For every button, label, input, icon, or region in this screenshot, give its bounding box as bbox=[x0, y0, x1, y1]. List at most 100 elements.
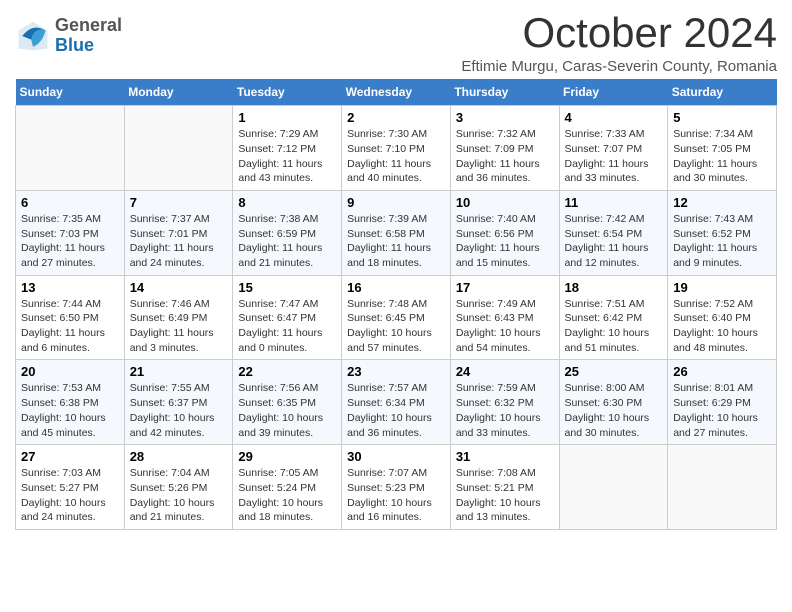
day-number: 18 bbox=[565, 280, 663, 295]
table-row: 15 Sunrise: 7:47 AMSunset: 6:47 PMDayligh… bbox=[233, 275, 342, 360]
table-row: 31 Sunrise: 7:08 AMSunset: 5:21 PMDayligh… bbox=[450, 445, 559, 530]
logo-blue: Blue bbox=[55, 36, 122, 56]
day-info: Sunrise: 7:49 AMSunset: 6:43 PMDaylight:… bbox=[456, 297, 554, 356]
day-number: 26 bbox=[673, 364, 771, 379]
day-info: Sunrise: 7:07 AMSunset: 5:23 PMDaylight:… bbox=[347, 466, 445, 525]
day-number: 20 bbox=[21, 364, 119, 379]
calendar-header: Sunday Monday Tuesday Wednesday Thursday… bbox=[16, 79, 777, 106]
calendar-body: 1Sunrise: 7:29 AMSunset: 7:12 PMDaylight… bbox=[16, 106, 777, 530]
logo-icon bbox=[15, 18, 51, 54]
calendar-row: 6 Sunrise: 7:35 AMSunset: 7:03 PMDaylight… bbox=[16, 190, 777, 275]
table-row: 11 Sunrise: 7:42 AMSunset: 6:54 PMDayligh… bbox=[559, 190, 668, 275]
table-row: 29 Sunrise: 7:05 AMSunset: 5:24 PMDayligh… bbox=[233, 445, 342, 530]
table-row: 26 Sunrise: 8:01 AMSunset: 6:29 PMDayligh… bbox=[668, 360, 777, 445]
table-row: 17 Sunrise: 7:49 AMSunset: 6:43 PMDayligh… bbox=[450, 275, 559, 360]
day-info: Sunrise: 7:40 AMSunset: 6:56 PMDaylight:… bbox=[456, 212, 554, 271]
day-number: 8 bbox=[238, 195, 336, 210]
day-info: Sunrise: 7:04 AMSunset: 5:26 PMDaylight:… bbox=[130, 466, 228, 525]
table-row: 20 Sunrise: 7:53 AMSunset: 6:38 PMDayligh… bbox=[16, 360, 125, 445]
table-row: 3 Sunrise: 7:32 AMSunset: 7:09 PMDaylight… bbox=[450, 106, 559, 191]
table-row: 6 Sunrise: 7:35 AMSunset: 7:03 PMDaylight… bbox=[16, 190, 125, 275]
day-info: Sunrise: 7:30 AMSunset: 7:10 PMDaylight:… bbox=[347, 127, 445, 186]
day-number: 16 bbox=[347, 280, 445, 295]
table-row: 2 Sunrise: 7:30 AMSunset: 7:10 PMDaylight… bbox=[342, 106, 451, 191]
logo: General Blue bbox=[15, 16, 122, 56]
table-row: 5 Sunrise: 7:34 AMSunset: 7:05 PMDaylight… bbox=[668, 106, 777, 191]
day-number: 9 bbox=[347, 195, 445, 210]
day-number: 19 bbox=[673, 280, 771, 295]
day-number: 5 bbox=[673, 110, 771, 125]
day-info: Sunrise: 7:56 AMSunset: 6:35 PMDaylight:… bbox=[238, 381, 336, 440]
day-number: 25 bbox=[565, 364, 663, 379]
header-saturday: Saturday bbox=[668, 79, 777, 106]
day-number: 2 bbox=[347, 110, 445, 125]
day-info: Sunrise: 7:57 AMSunset: 6:34 PMDaylight:… bbox=[347, 381, 445, 440]
table-row bbox=[668, 445, 777, 530]
day-info: Sunrise: 7:33 AMSunset: 7:07 PMDaylight:… bbox=[565, 127, 663, 186]
header-monday: Monday bbox=[124, 79, 233, 106]
day-info: Sunrise: 7:59 AMSunset: 6:32 PMDaylight:… bbox=[456, 381, 554, 440]
day-number: 11 bbox=[565, 195, 663, 210]
table-row: 13Sunrise: 7:44 AMSunset: 6:50 PMDayligh… bbox=[16, 275, 125, 360]
day-number: 21 bbox=[130, 364, 228, 379]
day-number: 14 bbox=[130, 280, 228, 295]
day-number: 17 bbox=[456, 280, 554, 295]
table-row bbox=[559, 445, 668, 530]
day-info: Sunrise: 7:08 AMSunset: 5:21 PMDaylight:… bbox=[456, 466, 554, 525]
day-info: Sunrise: 8:01 AMSunset: 6:29 PMDaylight:… bbox=[673, 381, 771, 440]
day-info: Sunrise: 7:37 AMSunset: 7:01 PMDaylight:… bbox=[130, 212, 228, 271]
table-row: 14 Sunrise: 7:46 AMSunset: 6:49 PMDayligh… bbox=[124, 275, 233, 360]
calendar-table: Sunday Monday Tuesday Wednesday Thursday… bbox=[15, 79, 777, 530]
table-row: 25 Sunrise: 8:00 AMSunset: 6:30 PMDayligh… bbox=[559, 360, 668, 445]
day-number: 13 bbox=[21, 280, 119, 295]
day-number: 1 bbox=[238, 110, 336, 125]
day-info: Sunrise: 7:05 AMSunset: 5:24 PMDaylight:… bbox=[238, 466, 336, 525]
title-section: October 2024 Eftimie Murgu, Caras-Severi… bbox=[461, 10, 777, 75]
calendar-row: 27 Sunrise: 7:03 AMSunset: 5:27 PMDayligh… bbox=[16, 445, 777, 530]
day-info: Sunrise: 7:32 AMSunset: 7:09 PMDaylight:… bbox=[456, 127, 554, 186]
day-number: 7 bbox=[130, 195, 228, 210]
day-number: 30 bbox=[347, 449, 445, 464]
day-info: Sunrise: 7:46 AMSunset: 6:49 PMDaylight:… bbox=[130, 297, 228, 356]
day-number: 24 bbox=[456, 364, 554, 379]
table-row: 10 Sunrise: 7:40 AMSunset: 6:56 PMDayligh… bbox=[450, 190, 559, 275]
day-info: Sunrise: 7:35 AMSunset: 7:03 PMDaylight:… bbox=[21, 212, 119, 271]
header-tuesday: Tuesday bbox=[233, 79, 342, 106]
day-info: Sunrise: 7:52 AMSunset: 6:40 PMDaylight:… bbox=[673, 297, 771, 356]
day-info: Sunrise: 7:34 AMSunset: 7:05 PMDaylight:… bbox=[673, 127, 771, 186]
header-friday: Friday bbox=[559, 79, 668, 106]
table-row: 19 Sunrise: 7:52 AMSunset: 6:40 PMDayligh… bbox=[668, 275, 777, 360]
table-row: 24 Sunrise: 7:59 AMSunset: 6:32 PMDayligh… bbox=[450, 360, 559, 445]
weekday-header-row: Sunday Monday Tuesday Wednesday Thursday… bbox=[16, 79, 777, 106]
day-number: 28 bbox=[130, 449, 228, 464]
table-row: 21 Sunrise: 7:55 AMSunset: 6:37 PMDayligh… bbox=[124, 360, 233, 445]
day-number: 23 bbox=[347, 364, 445, 379]
day-number: 27 bbox=[21, 449, 119, 464]
logo-general: General bbox=[55, 16, 122, 36]
day-number: 3 bbox=[456, 110, 554, 125]
day-info: Sunrise: 7:39 AMSunset: 6:58 PMDaylight:… bbox=[347, 212, 445, 271]
day-info: Sunrise: 7:03 AMSunset: 5:27 PMDaylight:… bbox=[21, 466, 119, 525]
table-row: 30 Sunrise: 7:07 AMSunset: 5:23 PMDayligh… bbox=[342, 445, 451, 530]
day-info: Sunrise: 7:53 AMSunset: 6:38 PMDaylight:… bbox=[21, 381, 119, 440]
day-number: 15 bbox=[238, 280, 336, 295]
table-row: 16Sunrise: 7:48 AMSunset: 6:45 PMDayligh… bbox=[342, 275, 451, 360]
calendar-row: 13Sunrise: 7:44 AMSunset: 6:50 PMDayligh… bbox=[16, 275, 777, 360]
table-row: 9 Sunrise: 7:39 AMSunset: 6:58 PMDaylight… bbox=[342, 190, 451, 275]
day-number: 31 bbox=[456, 449, 554, 464]
header-sunday: Sunday bbox=[16, 79, 125, 106]
day-info: Sunrise: 8:00 AMSunset: 6:30 PMDaylight:… bbox=[565, 381, 663, 440]
table-row: 7 Sunrise: 7:37 AMSunset: 7:01 PMDaylight… bbox=[124, 190, 233, 275]
day-info: Sunrise: 7:42 AMSunset: 6:54 PMDaylight:… bbox=[565, 212, 663, 271]
day-number: 29 bbox=[238, 449, 336, 464]
day-number: 10 bbox=[456, 195, 554, 210]
month-title: October 2024 bbox=[461, 10, 777, 56]
day-info: Sunrise: 7:55 AMSunset: 6:37 PMDaylight:… bbox=[130, 381, 228, 440]
table-row bbox=[16, 106, 125, 191]
day-info: Sunrise: 7:47 AMSunset: 6:47 PMDaylight:… bbox=[238, 297, 336, 356]
day-number: 6 bbox=[21, 195, 119, 210]
day-info: Sunrise: 7:43 AMSunset: 6:52 PMDaylight:… bbox=[673, 212, 771, 271]
table-row: 12Sunrise: 7:43 AMSunset: 6:52 PMDayligh… bbox=[668, 190, 777, 275]
page-header: General Blue October 2024 Eftimie Murgu,… bbox=[15, 10, 777, 75]
table-row: 23 Sunrise: 7:57 AMSunset: 6:34 PMDayligh… bbox=[342, 360, 451, 445]
